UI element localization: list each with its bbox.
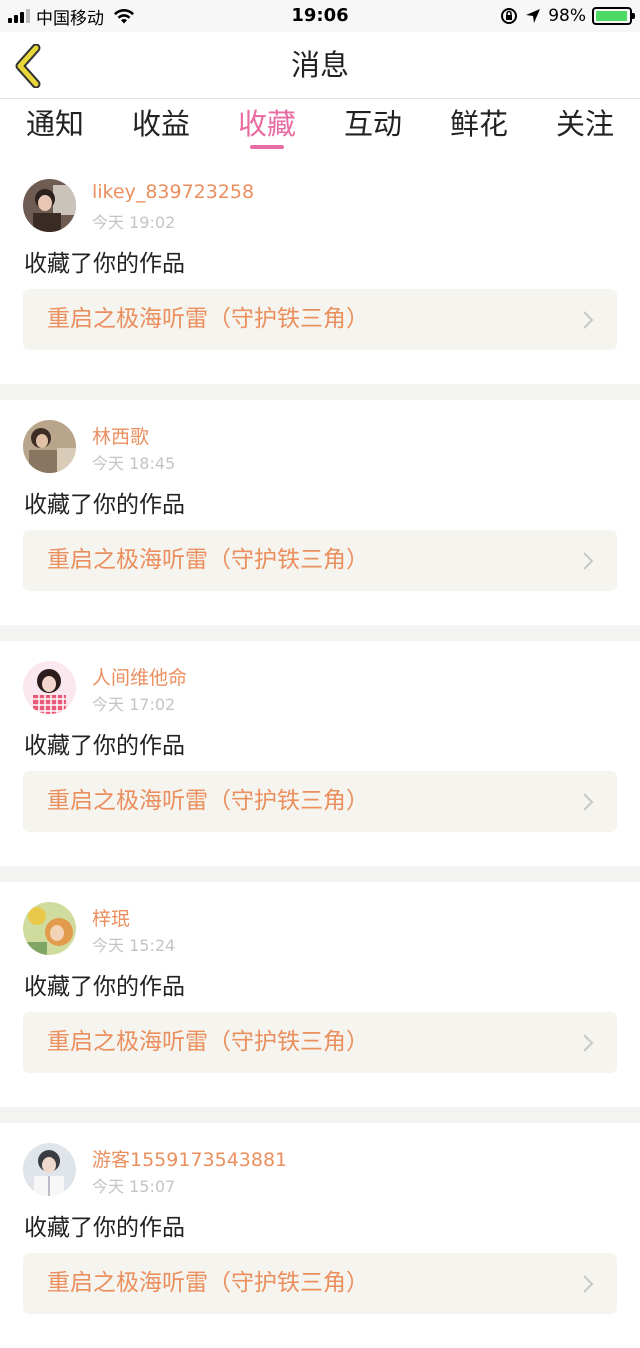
username[interactable]: 林西歌 [92,422,149,449]
timestamp: 今天 15:24 [92,936,176,955]
tab-follow[interactable]: 关注 [554,99,616,159]
chevron-right-icon [583,793,594,811]
action-text: 收藏了你的作品 [24,492,185,518]
card-separator [0,384,640,400]
work-title: 重启之极海听雷（守护铁三角） [47,306,369,332]
chevron-right-icon [583,552,594,570]
action-text: 收藏了你的作品 [24,251,185,277]
username[interactable]: 人间维他命 [92,663,187,690]
chevron-right-icon [583,311,594,329]
message-list: likey_839723258 今天 19:02 收藏了你的作品 重启之极海听雷… [0,159,640,1348]
avatar[interactable] [23,902,76,955]
message-card: 林西歌 今天 18:45 收藏了你的作品 重启之极海听雷（守护铁三角） [0,400,640,625]
avatar[interactable] [23,179,76,232]
work-title: 重启之极海听雷（守护铁三角） [47,1029,369,1055]
work-link[interactable]: 重启之极海听雷（守护铁三角） [23,530,617,591]
avatar-image [23,420,76,473]
avatar-image [23,902,76,955]
work-link[interactable]: 重启之极海听雷（守护铁三角） [23,289,617,350]
nav-header: 消息 [0,32,640,98]
card-separator [0,625,640,641]
work-title: 重启之极海听雷（守护铁三角） [47,788,369,814]
timestamp: 今天 17:02 [92,695,176,714]
tab-flowers[interactable]: 鲜花 [448,99,510,159]
status-bar: 中国移动 19:06 98% [0,0,640,32]
action-text: 收藏了你的作品 [24,733,185,759]
message-card: 梓珉 今天 15:24 收藏了你的作品 重启之极海听雷（守护铁三角） [0,882,640,1107]
timestamp: 今天 15:07 [92,1177,176,1196]
battery-percent: 98% [548,6,586,26]
rotation-lock-icon [501,8,518,24]
work-title: 重启之极海听雷（守护铁三角） [47,547,369,573]
page-title: 消息 [290,48,349,82]
work-title: 重启之极海听雷（守护铁三角） [47,1270,369,1296]
message-card: likey_839723258 今天 19:02 收藏了你的作品 重启之极海听雷… [0,159,640,384]
action-text: 收藏了你的作品 [24,1215,185,1241]
username[interactable]: 游客1559173543881 [92,1145,287,1172]
avatar[interactable] [23,661,76,714]
avatar-image [23,1143,76,1196]
avatar[interactable] [23,420,76,473]
chevron-right-icon [583,1275,594,1293]
tab-earnings[interactable]: 收益 [130,99,192,159]
action-text: 收藏了你的作品 [24,974,185,1000]
avatar-image [23,179,76,232]
avatar[interactable] [23,1143,76,1196]
status-right: 98% [500,4,635,28]
card-separator [0,1107,640,1123]
work-link[interactable]: 重启之极海听雷（守护铁三角） [23,1012,617,1073]
tab-interaction[interactable]: 互动 [342,99,404,159]
message-card: 游客1559173543881 今天 15:07 收藏了你的作品 重启之极海听雷… [0,1123,640,1348]
tab-bar: 通知 收益 收藏 互动 鲜花 关注 [0,99,640,159]
timestamp: 今天 19:02 [92,213,176,232]
work-link[interactable]: 重启之极海听雷（守护铁三角） [23,1253,617,1314]
chevron-right-icon [583,1034,594,1052]
work-link[interactable]: 重启之极海听雷（守护铁三角） [23,771,617,832]
username[interactable]: 梓珉 [92,904,130,931]
timestamp: 今天 18:45 [92,454,176,473]
avatar-image [23,661,76,714]
location-arrow-icon [526,9,541,23]
tab-favorites[interactable]: 收藏 [236,99,298,159]
card-separator [0,866,640,882]
tab-notification[interactable]: 通知 [24,99,86,159]
username[interactable]: likey_839723258 [92,181,254,203]
battery-icon [592,7,635,25]
message-card: 人间维他命 今天 17:02 收藏了你的作品 重启之极海听雷（守护铁三角） [0,641,640,866]
